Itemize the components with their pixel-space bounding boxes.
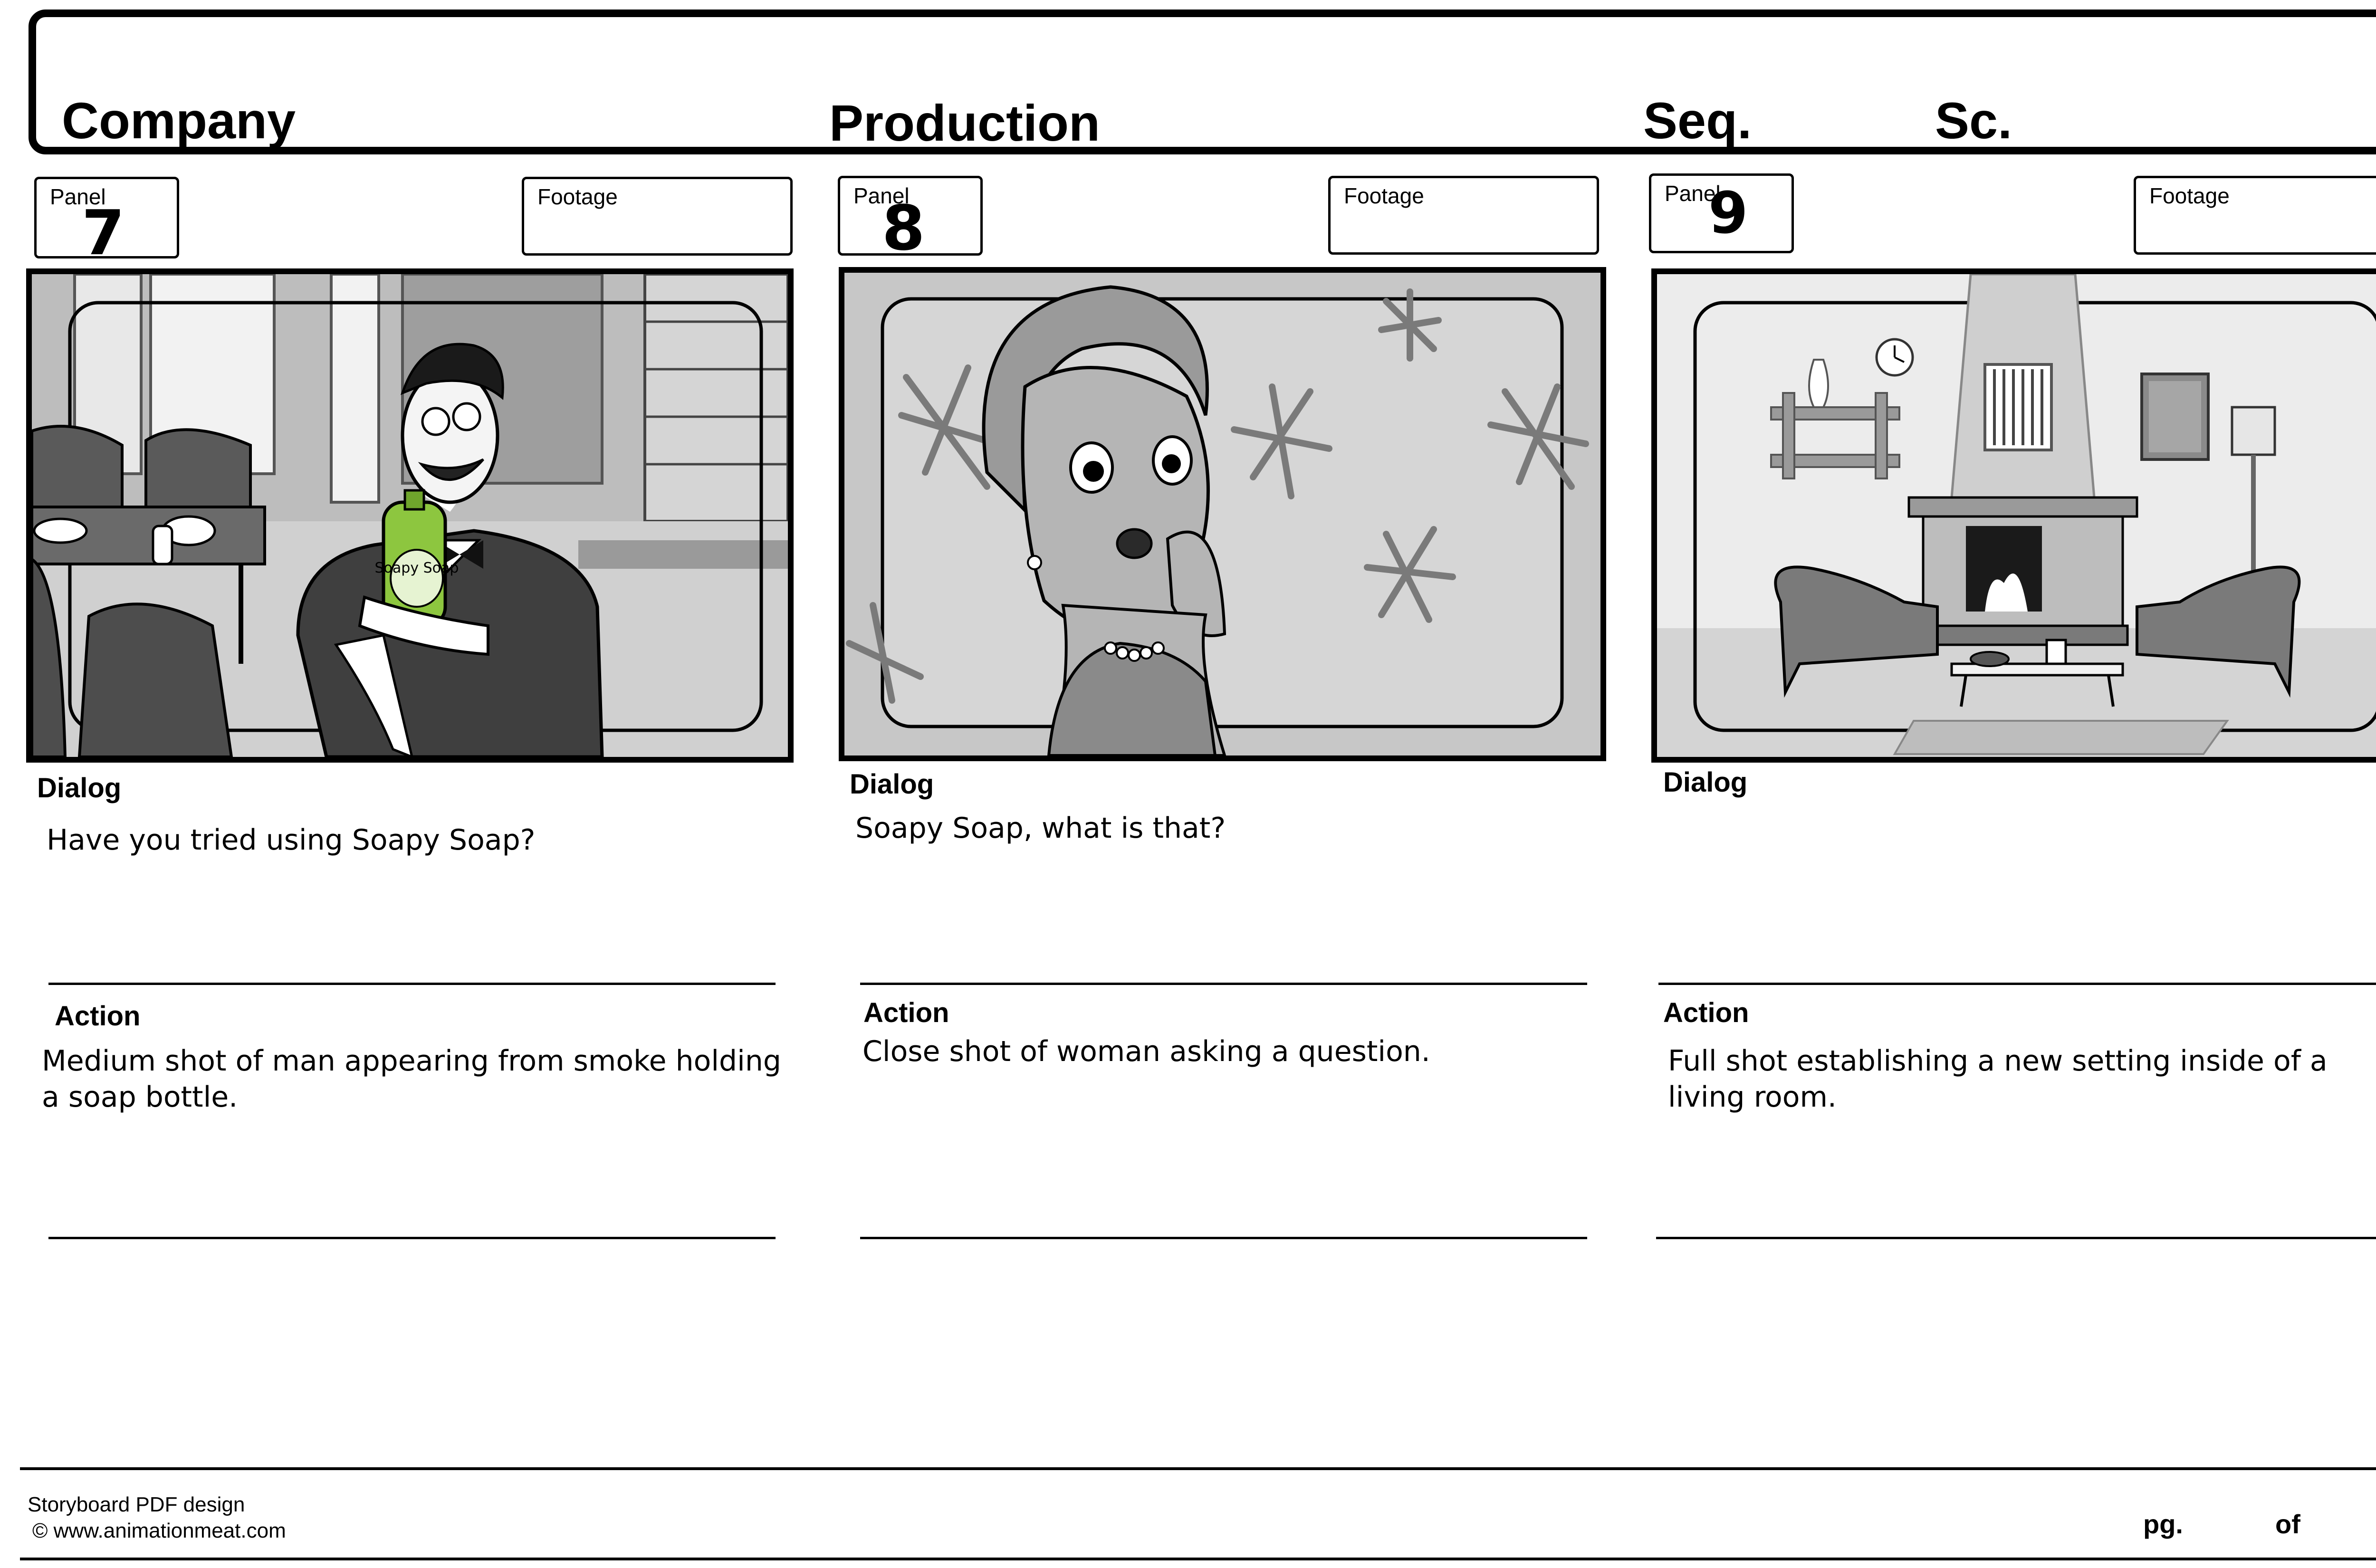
woman-closeup-illustration bbox=[844, 273, 1600, 755]
bottle-label: Soapy Soap bbox=[375, 560, 459, 576]
company-label: Company bbox=[62, 92, 296, 149]
action-text[interactable]: Close shot of woman asking a question. bbox=[862, 1033, 1594, 1070]
page-label: pg. bbox=[2143, 1509, 2183, 1539]
of-label: of bbox=[2275, 1509, 2300, 1539]
dialog-label: Dialog bbox=[850, 769, 934, 800]
footer-top-rule bbox=[20, 1467, 2376, 1470]
footage-box-9[interactable]: Footage bbox=[2134, 176, 2376, 255]
action-label: Action bbox=[1663, 997, 1749, 1028]
footage-box-8[interactable]: Footage bbox=[1328, 176, 1599, 255]
dialog-rule bbox=[1658, 983, 2376, 985]
footage-label: Footage bbox=[1344, 183, 1424, 208]
dialog-text[interactable]: Have you tried using Soapy Soap? bbox=[47, 822, 769, 858]
dialog-label: Dialog bbox=[1663, 767, 1748, 798]
panel-number: 8 bbox=[882, 192, 925, 264]
credit-line-2[interactable]: © www.animationmeat.com bbox=[32, 1520, 286, 1541]
panel-number-box-7[interactable]: Panel 7 bbox=[34, 177, 179, 264]
panel-number-box-8[interactable]: Panel 8 bbox=[838, 176, 983, 264]
dialog-rule bbox=[860, 983, 1587, 985]
kitchen-scene-illustration: Soapy Soap bbox=[32, 274, 788, 757]
action-label: Action bbox=[863, 997, 949, 1028]
production-label: Production bbox=[829, 94, 1100, 152]
dialog-text[interactable]: Soapy Soap, what is that? bbox=[855, 810, 1578, 846]
dialog-label: Dialog bbox=[37, 773, 122, 803]
sc-label: Sc. bbox=[1935, 92, 2012, 149]
action-rule bbox=[48, 1237, 776, 1239]
header-box bbox=[29, 10, 2376, 154]
panel-number: 7 bbox=[82, 197, 125, 269]
footer-bottom-rule bbox=[20, 1558, 2376, 1560]
panel-number-box-9[interactable]: Panel 9 bbox=[1649, 173, 1794, 253]
action-label: Action bbox=[55, 1001, 141, 1032]
panel-number: 9 bbox=[1708, 181, 1748, 247]
footage-label: Footage bbox=[537, 184, 618, 209]
action-rule bbox=[1656, 1237, 2376, 1239]
credit-line-1: Storyboard PDF design bbox=[28, 1493, 245, 1516]
panel-frame-9 bbox=[1651, 268, 2376, 763]
panel-frame-7: Soapy Soap bbox=[26, 268, 794, 763]
dialog-rule bbox=[48, 983, 776, 985]
footage-label: Footage bbox=[2149, 183, 2230, 208]
seq-label: Seq. bbox=[1643, 92, 1752, 149]
action-text[interactable]: Medium shot of man appearing from smoke … bbox=[42, 1043, 783, 1115]
footage-box-7[interactable]: Footage bbox=[522, 177, 793, 256]
living-room-illustration bbox=[1657, 274, 2376, 757]
action-rule bbox=[860, 1237, 1587, 1239]
action-text[interactable]: Full shot establishing a new setting ins… bbox=[1668, 1043, 2376, 1115]
panel-frame-8 bbox=[839, 267, 1606, 761]
